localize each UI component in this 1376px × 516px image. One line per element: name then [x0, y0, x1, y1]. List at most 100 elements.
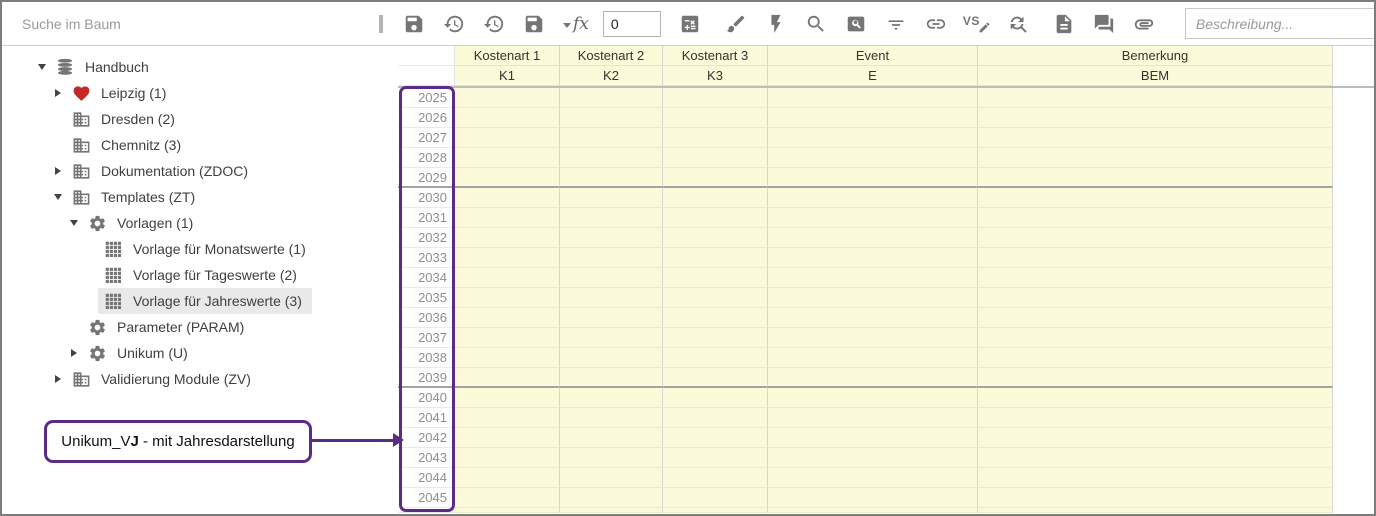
year-row-header[interactable]: 2025: [398, 88, 455, 108]
cell-k2-2042[interactable]: [560, 428, 663, 448]
cell-e-2029[interactable]: [768, 168, 978, 188]
year-row-header[interactable]: 2040: [398, 388, 455, 408]
brush-button[interactable]: [723, 11, 749, 37]
tree-node-building[interactable]: Dokumentation (ZDOC): [66, 158, 258, 184]
cell-k3-2034[interactable]: [663, 268, 768, 288]
year-row-header[interactable]: 2031: [398, 208, 455, 228]
cell-k3-2031[interactable]: [663, 208, 768, 228]
comments-button[interactable]: [1091, 11, 1117, 37]
cell-bem-2040[interactable]: [978, 388, 1333, 408]
search-in-box-button[interactable]: [843, 11, 869, 37]
cell-k3-2027[interactable]: [663, 128, 768, 148]
cell-e-2038[interactable]: [768, 348, 978, 368]
tree-node-building[interactable]: Templates (ZT): [66, 184, 205, 210]
cell-k1-2044[interactable]: [455, 468, 560, 488]
cell-k3-2042[interactable]: [663, 428, 768, 448]
cell-k1-2036[interactable]: [455, 308, 560, 328]
tree-node-table[interactable]: Vorlage für Monatswerte (1): [98, 236, 316, 262]
cell-k1-2043[interactable]: [455, 448, 560, 468]
cell-k3-2043[interactable]: [663, 448, 768, 468]
cell-k2-2041[interactable]: [560, 408, 663, 428]
cell-k3-2039[interactable]: [663, 368, 768, 388]
cell-e-2044[interactable]: [768, 468, 978, 488]
tree-node-gear[interactable]: Unikum (U): [82, 340, 198, 366]
cell-e-2031[interactable]: [768, 208, 978, 228]
year-row-header[interactable]: 2037: [398, 328, 455, 348]
save-button[interactable]: [401, 11, 427, 37]
cell-k3-2025[interactable]: [663, 88, 768, 108]
cell-k2-2035[interactable]: [560, 288, 663, 308]
cell-k1-2041[interactable]: [455, 408, 560, 428]
filter-button[interactable]: [883, 11, 909, 37]
cell-k1-2038[interactable]: [455, 348, 560, 368]
cell-bem-2033[interactable]: [978, 248, 1333, 268]
cell-e-2025[interactable]: [768, 88, 978, 108]
link-button[interactable]: [923, 11, 949, 37]
cell-e-2027[interactable]: [768, 128, 978, 148]
cell-e-2042[interactable]: [768, 428, 978, 448]
cell-e-2041[interactable]: [768, 408, 978, 428]
cell-e-2032[interactable]: [768, 228, 978, 248]
cell-e-2034[interactable]: [768, 268, 978, 288]
history-button[interactable]: [441, 11, 467, 37]
cell-bem-2039[interactable]: [978, 368, 1333, 388]
attachment-button[interactable]: [1131, 11, 1157, 37]
cell-k1-2040[interactable]: [455, 388, 560, 408]
cell-k3-2033[interactable]: [663, 248, 768, 268]
cell-bem-2038[interactable]: [978, 348, 1333, 368]
cell-k1-2045[interactable]: [455, 488, 560, 508]
year-row-header[interactable]: 2038: [398, 348, 455, 368]
cell-bem-2037[interactable]: [978, 328, 1333, 348]
cell-bem-2027[interactable]: [978, 128, 1333, 148]
cell-k3-2037[interactable]: [663, 328, 768, 348]
year-row-header[interactable]: 2044: [398, 468, 455, 488]
cell-k2-2025[interactable]: [560, 88, 663, 108]
cell-k2-2034[interactable]: [560, 268, 663, 288]
cell-k3-2044[interactable]: [663, 468, 768, 488]
cell-k1-2032[interactable]: [455, 228, 560, 248]
formula-fx-button[interactable]: fx: [563, 13, 589, 35]
cell-k3-2029[interactable]: [663, 168, 768, 188]
cell-bem-2029[interactable]: [978, 168, 1333, 188]
cell-bem-2032[interactable]: [978, 228, 1333, 248]
year-row-header[interactable]: 2028: [398, 148, 455, 168]
cell-k1-2026[interactable]: [455, 108, 560, 128]
cell-k1-2030[interactable]: [455, 188, 560, 208]
cell-bem-2045[interactable]: [978, 488, 1333, 508]
cell-e-2037[interactable]: [768, 328, 978, 348]
cell-bem-2042[interactable]: [978, 428, 1333, 448]
cell-k3-2045[interactable]: [663, 488, 768, 508]
year-row-header[interactable]: 2029: [398, 168, 455, 188]
year-row-header[interactable]: 2042: [398, 428, 455, 448]
cell-k1-2029[interactable]: [455, 168, 560, 188]
cell-e-2036[interactable]: [768, 308, 978, 328]
calculator-button[interactable]: [677, 11, 703, 37]
cell-k2-2036[interactable]: [560, 308, 663, 328]
year-row-header[interactable]: 2033: [398, 248, 455, 268]
cell-k3-2026[interactable]: [663, 108, 768, 128]
cell-k1-2028[interactable]: [455, 148, 560, 168]
year-row-header[interactable]: 2043: [398, 448, 455, 468]
cell-bem-2031[interactable]: [978, 208, 1333, 228]
tree-node-building[interactable]: Chemnitz (3): [66, 132, 191, 158]
cell-k2-2027[interactable]: [560, 128, 663, 148]
cell-e-2045[interactable]: [768, 488, 978, 508]
cell-k1-2031[interactable]: [455, 208, 560, 228]
cell-bem-2035[interactable]: [978, 288, 1333, 308]
cell-bem-2026[interactable]: [978, 108, 1333, 128]
year-row-header[interactable]: 2041: [398, 408, 455, 428]
cell-bem-2044[interactable]: [978, 468, 1333, 488]
cell-k2-2026[interactable]: [560, 108, 663, 128]
year-row-header[interactable]: 2027: [398, 128, 455, 148]
tree-node-building[interactable]: Dresden (2): [66, 106, 185, 132]
collapse-arrow-icon[interactable]: [50, 194, 66, 200]
tree-node-gear[interactable]: Vorlagen (1): [82, 210, 203, 236]
expand-arrow-icon[interactable]: [66, 349, 82, 357]
year-row-header[interactable]: 2036: [398, 308, 455, 328]
cell-k1-2042[interactable]: [455, 428, 560, 448]
cell-bem-2041[interactable]: [978, 408, 1333, 428]
value-input[interactable]: [603, 11, 661, 37]
cell-bem-2025[interactable]: [978, 88, 1333, 108]
year-row-header[interactable]: 2035: [398, 288, 455, 308]
description-input[interactable]: [1185, 8, 1376, 39]
